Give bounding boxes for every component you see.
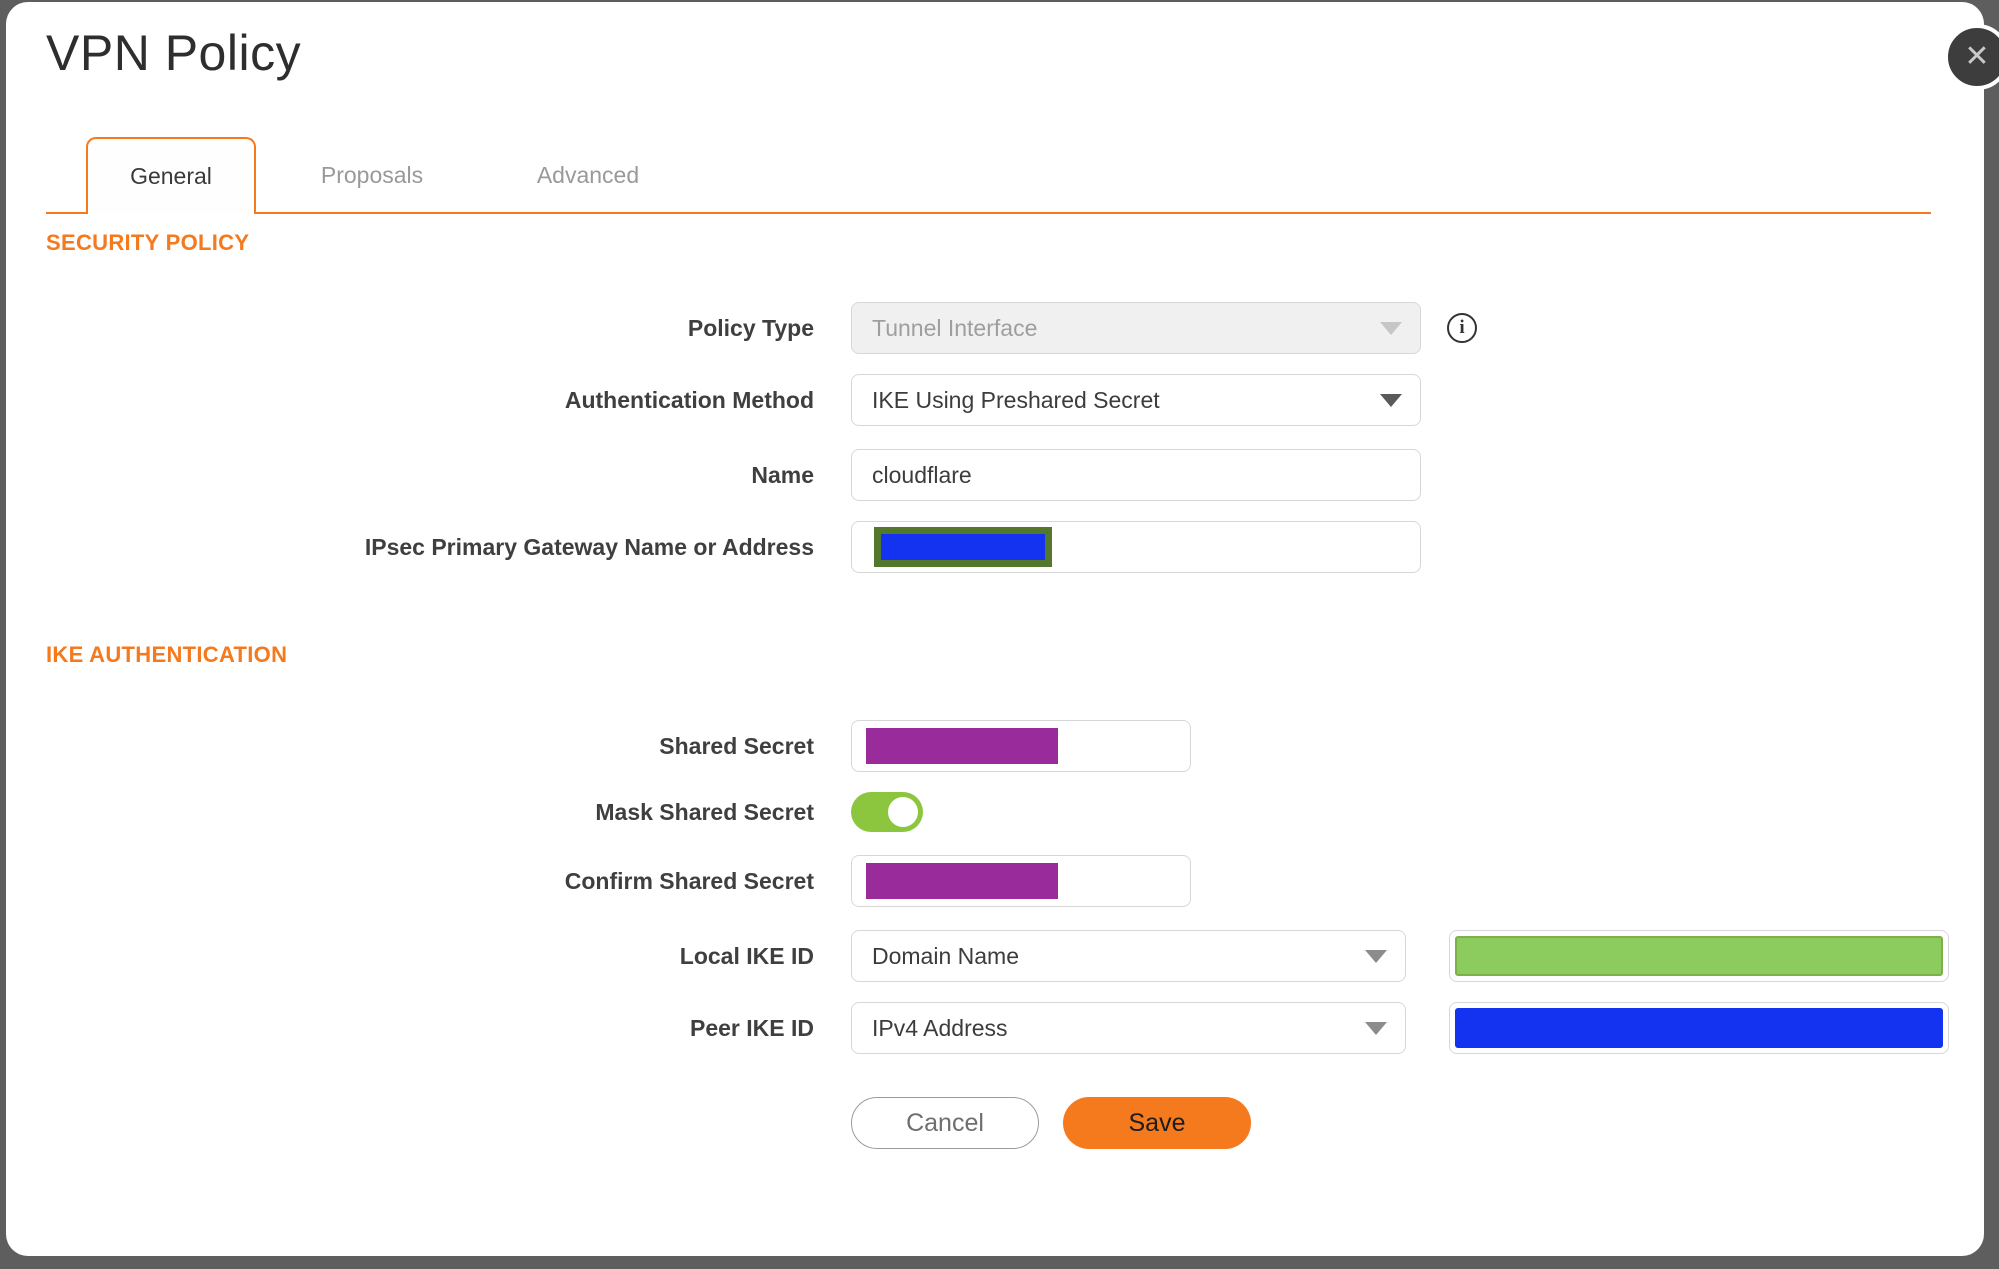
field-row-name: Name bbox=[46, 449, 1421, 501]
chevron-down-icon bbox=[1365, 1021, 1387, 1035]
shared-secret-label: Shared Secret bbox=[659, 732, 814, 759]
local-ike-id-label: Local IKE ID bbox=[679, 942, 814, 969]
tab-proposals[interactable]: Proposals bbox=[287, 137, 457, 214]
vpn-policy-dialog: VPN Policy General Proposals Advanced SE… bbox=[6, 2, 1984, 1256]
info-icon[interactable]: i bbox=[1447, 313, 1477, 343]
authentication-method-value: IKE Using Preshared Secret bbox=[872, 386, 1160, 413]
confirm-shared-secret-label: Confirm Shared Secret bbox=[564, 867, 814, 894]
mask-shared-secret-label: Mask Shared Secret bbox=[595, 798, 814, 825]
local-ike-id-value-input[interactable] bbox=[1449, 930, 1949, 982]
peer-ike-id-label: Peer IKE ID bbox=[690, 1014, 814, 1041]
chevron-down-icon bbox=[1380, 393, 1402, 407]
authentication-method-select[interactable]: IKE Using Preshared Secret bbox=[851, 374, 1421, 426]
ipsec-primary-gateway-label: IPsec Primary Gateway Name or Address bbox=[364, 533, 814, 560]
field-row-ipsec-primary-gateway: IPsec Primary Gateway Name or Address bbox=[46, 521, 1421, 573]
field-row-shared-secret: Shared Secret bbox=[46, 720, 1191, 772]
section-heading-ike-authentication: IKE AUTHENTICATION bbox=[46, 642, 288, 667]
cancel-button[interactable]: Cancel bbox=[851, 1097, 1039, 1149]
tab-proposals-label: Proposals bbox=[320, 162, 424, 188]
toggle-knob bbox=[888, 797, 918, 827]
chevron-down-icon bbox=[1380, 321, 1402, 335]
ipsec-primary-gateway-input[interactable] bbox=[851, 521, 1421, 573]
tab-advanced[interactable]: Advanced bbox=[503, 137, 673, 214]
policy-type-value: Tunnel Interface bbox=[872, 314, 1038, 341]
field-row-policy-type: Policy Type Tunnel Interface i bbox=[46, 302, 1477, 354]
field-row-authentication-method: Authentication Method IKE Using Preshare… bbox=[46, 374, 1421, 426]
close-icon: ✕ bbox=[1964, 40, 1990, 73]
tab-general[interactable]: General bbox=[86, 137, 256, 214]
tab-bar: General Proposals Advanced bbox=[6, 137, 1984, 214]
field-row-confirm-shared-secret: Confirm Shared Secret bbox=[46, 855, 1191, 907]
section-heading-security-policy: SECURITY POLICY bbox=[46, 230, 250, 255]
peer-ike-id-value-input[interactable] bbox=[1449, 1002, 1949, 1054]
peer-ike-id-type-value: IPv4 Address bbox=[872, 1014, 1008, 1041]
tab-general-label: General bbox=[130, 163, 212, 189]
policy-type-label: Policy Type bbox=[687, 314, 814, 341]
authentication-method-label: Authentication Method bbox=[564, 386, 814, 413]
field-row-peer-ike-id: Peer IKE ID IPv4 Address bbox=[46, 1002, 1949, 1054]
field-row-local-ike-id: Local IKE ID Domain Name bbox=[46, 930, 1949, 982]
confirm-shared-secret-input[interactable] bbox=[851, 855, 1191, 907]
redacted-shared-secret-value bbox=[866, 728, 1058, 764]
redacted-local-ike-id-value bbox=[1455, 936, 1943, 976]
name-label: Name bbox=[751, 461, 814, 488]
tab-advanced-label: Advanced bbox=[536, 162, 640, 188]
dialog-title: VPN Policy bbox=[46, 25, 302, 81]
local-ike-id-type-select[interactable]: Domain Name bbox=[851, 930, 1406, 982]
redacted-confirm-shared-secret-value bbox=[866, 863, 1058, 899]
policy-type-select: Tunnel Interface bbox=[851, 302, 1421, 354]
local-ike-id-type-value: Domain Name bbox=[872, 942, 1019, 969]
field-row-mask-shared-secret: Mask Shared Secret bbox=[46, 792, 923, 832]
save-button[interactable]: Save bbox=[1063, 1097, 1251, 1149]
dialog-actions: Cancel Save bbox=[46, 1097, 1251, 1149]
chevron-down-icon bbox=[1365, 949, 1387, 963]
redacted-gateway-value bbox=[874, 527, 1052, 567]
peer-ike-id-type-select[interactable]: IPv4 Address bbox=[851, 1002, 1406, 1054]
mask-shared-secret-toggle[interactable] bbox=[851, 792, 923, 832]
redacted-peer-ike-id-value bbox=[1455, 1008, 1943, 1048]
name-input[interactable] bbox=[851, 449, 1421, 501]
shared-secret-input[interactable] bbox=[851, 720, 1191, 772]
